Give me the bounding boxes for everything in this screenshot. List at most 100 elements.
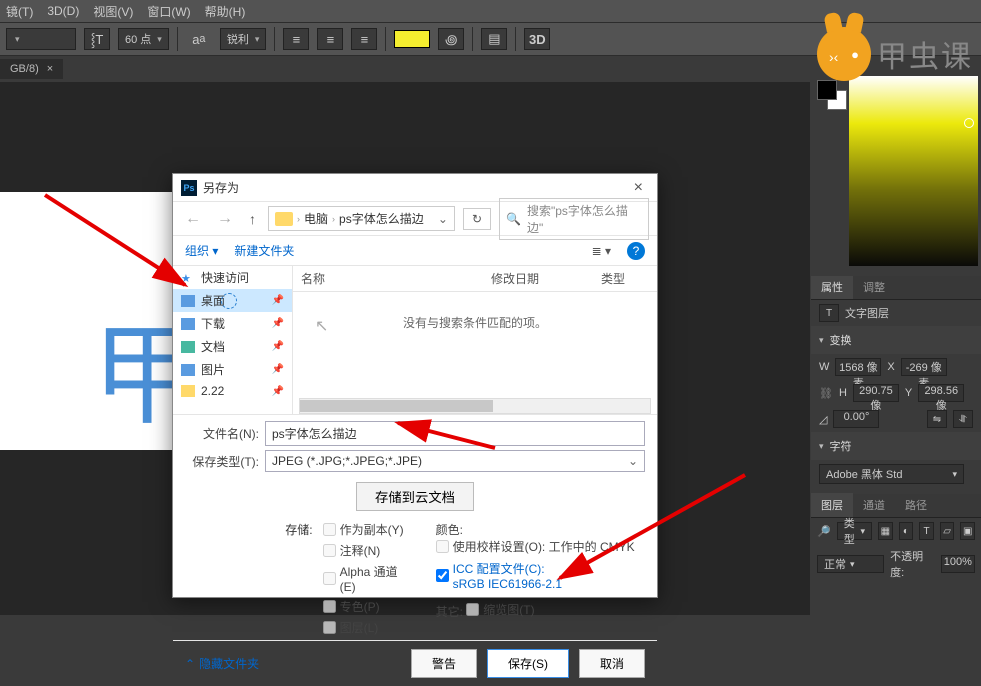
document-tab[interactable]: GB/8) × — [0, 59, 63, 79]
flip-h-icon[interactable]: ⇋ — [927, 410, 947, 428]
chk-spot[interactable]: 专色(P) — [323, 598, 406, 615]
forward-button: → — [213, 210, 237, 228]
3d-button[interactable]: 3D — [524, 28, 550, 50]
watermark-logo: ›‹● 甲虫课 — [811, 18, 981, 90]
sidebar-item-quick[interactable]: ★快速访问 — [173, 266, 292, 289]
col-date[interactable]: 修改日期 — [483, 266, 593, 291]
chk-notes[interactable]: 注释(N) — [323, 542, 406, 559]
help-icon[interactable]: ? — [627, 242, 645, 260]
tab-adjust[interactable]: 调整 — [853, 275, 895, 299]
filter-adjust-icon[interactable]: ◐ — [899, 522, 914, 540]
col-name[interactable]: 名称 — [293, 266, 483, 291]
flip-v-icon[interactable]: ⥯ — [953, 410, 973, 428]
search-placeholder: 搜索"ps字体怎么描边" — [527, 202, 642, 236]
breadcrumb[interactable]: › 电脑 › ps字体怎么描边 ⌄ — [268, 206, 455, 231]
layer-tabs: 图层 通道 路径 — [811, 494, 981, 518]
chk-layers[interactable]: 图层(L) — [323, 619, 406, 636]
tab-properties[interactable]: 属性 — [811, 275, 853, 299]
close-button[interactable]: × — [628, 179, 649, 197]
tool-preset-select[interactable] — [6, 28, 76, 50]
sidebar-item-documents[interactable]: 文档📌 — [173, 335, 292, 358]
filename-input[interactable]: ps字体怎么描边 — [265, 421, 645, 446]
places-sidebar: ★快速访问 桌面📌 下载📌 文档📌 图片📌 2.22📌 — [173, 266, 293, 414]
menu-item[interactable]: 视图(V) — [93, 3, 133, 20]
filter-smart-icon[interactable]: ▣ — [960, 522, 975, 540]
filetype-select[interactable]: JPEG (*.JPG;*.JPEG;*.JPE) — [265, 450, 645, 472]
tab-layers[interactable]: 图层 — [811, 493, 853, 517]
align-right-icon[interactable]: ≡ — [351, 28, 377, 50]
filter-pixel-icon[interactable]: ▦ — [878, 522, 893, 540]
link-icon[interactable]: ⛓ — [819, 387, 833, 400]
y-input[interactable]: 298.56 像 — [918, 384, 964, 402]
file-list[interactable]: 名称 修改日期 类型 没有与搜索条件匹配的项。 ↖ — [293, 266, 657, 414]
menu-item[interactable]: 帮助(H) — [205, 3, 246, 20]
font-size-select[interactable]: 60 点 — [118, 28, 169, 50]
sidebar-item-pictures[interactable]: 图片📌 — [173, 358, 292, 381]
folder-icon — [275, 212, 293, 226]
x-input[interactable]: -269 像素 — [901, 358, 947, 376]
sidebar-item-downloads[interactable]: 下载📌 — [173, 312, 292, 335]
font-select[interactable]: Adobe 黑体 Std — [819, 464, 964, 484]
filter-icon[interactable]: 🔎 — [817, 525, 831, 538]
color-cursor-icon — [964, 118, 974, 128]
text-orientation-icon[interactable]: ⸾T — [84, 28, 110, 50]
back-button[interactable]: ← — [181, 210, 205, 228]
chk-copy[interactable]: 作为副本(Y) — [323, 521, 406, 538]
file-list-header: 名称 修改日期 类型 — [293, 266, 657, 292]
text-color-swatch[interactable] — [394, 30, 430, 48]
new-folder-button[interactable]: 新建文件夹 — [234, 242, 294, 259]
up-button[interactable]: ↑ — [245, 211, 260, 227]
filter-kind-select[interactable]: 类型 — [837, 522, 872, 540]
close-icon[interactable]: × — [47, 63, 53, 75]
align-center-icon[interactable]: ≡ — [317, 28, 343, 50]
other-label: 其它: — [436, 605, 463, 619]
breadcrumb-root[interactable]: 电脑 — [304, 210, 328, 227]
warp-text-icon[interactable]: ꩜ — [438, 28, 464, 50]
search-input[interactable]: 🔍 搜索"ps字体怎么描边" — [499, 198, 649, 240]
dialog-title: 另存为 — [203, 179, 239, 196]
w-label: W — [819, 361, 829, 373]
hide-folders-toggle[interactable]: ⌃ 隐藏文件夹 — [185, 655, 259, 672]
character-header[interactable]: 字符 — [811, 432, 981, 460]
col-type[interactable]: 类型 — [593, 266, 633, 291]
warn-button[interactable]: 警告 — [411, 649, 477, 678]
color-label: 颜色: — [436, 523, 463, 537]
layer-type-label: 文字图层 — [845, 305, 889, 321]
tab-channels[interactable]: 通道 — [853, 493, 895, 517]
color-field[interactable] — [849, 76, 978, 266]
menu-item[interactable]: 窗口(W) — [147, 3, 190, 20]
menu-item[interactable]: 3D(D) — [47, 4, 79, 18]
store-label: 存储: — [185, 521, 313, 538]
menu-item[interactable]: 镜(T) — [6, 3, 33, 20]
refresh-button[interactable]: ↻ — [463, 208, 491, 230]
filetype-label: 保存类型(T): — [185, 453, 265, 470]
cloud-save-button[interactable]: 存储到云文档 — [356, 482, 474, 511]
transform-header[interactable]: 变换 — [811, 326, 981, 354]
antialias-select[interactable]: 锐利 — [220, 28, 267, 50]
opacity-input[interactable]: 100% — [941, 555, 975, 573]
filter-text-icon[interactable]: T — [919, 522, 934, 540]
chk-proof[interactable]: 使用校样设置(O): 工作中的 CMYK — [436, 538, 635, 555]
align-left-icon[interactable]: ≡ — [283, 28, 309, 50]
breadcrumb-folder[interactable]: ps字体怎么描边 — [339, 210, 424, 227]
char-panel-icon[interactable]: ▤ — [481, 28, 507, 50]
chk-alpha[interactable]: Alpha 通道(E) — [323, 563, 406, 594]
props-tabs: 属性 调整 — [811, 276, 981, 300]
sidebar-item-folder[interactable]: 2.22📌 — [173, 381, 292, 401]
app-icon: Ps — [181, 180, 197, 196]
chk-icc[interactable]: ICC 配置文件(C):sRGB IEC61966-2.1 — [436, 560, 645, 591]
organize-menu[interactable]: 组织 ▾ — [185, 242, 218, 259]
view-mode-button[interactable]: ≣ ▾ — [592, 244, 611, 258]
blend-mode-select[interactable]: 正常 — [817, 555, 884, 573]
angle-input[interactable]: 0.00° — [833, 410, 879, 428]
save-button[interactable]: 保存(S) — [487, 649, 569, 678]
h-scrollbar[interactable] — [299, 398, 651, 414]
tab-paths[interactable]: 路径 — [895, 493, 937, 517]
cancel-button[interactable]: 取消 — [579, 649, 645, 678]
height-input[interactable]: 290.75 像 — [853, 384, 899, 402]
width-input[interactable]: 1568 像素 — [835, 358, 881, 376]
chk-thumb[interactable]: 缩览图(T) — [466, 601, 534, 618]
filter-shape-icon[interactable]: ▱ — [940, 522, 955, 540]
dialog-toolbar: 组织 ▾ 新建文件夹 ≣ ▾ ? — [173, 236, 657, 266]
sidebar-item-desktop[interactable]: 桌面📌 — [173, 289, 292, 312]
